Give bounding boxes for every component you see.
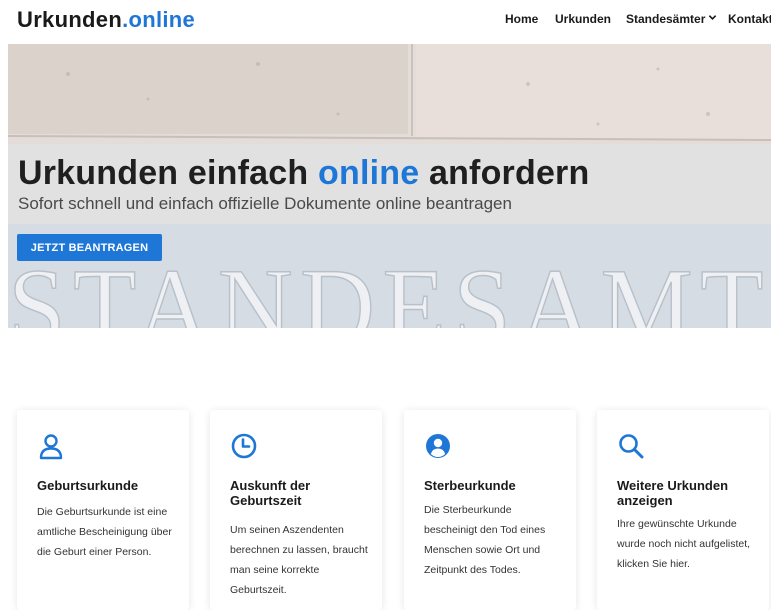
card-title: Auskunft der Geburtszeit — [230, 478, 311, 508]
card-sterbeurkunde[interactable]: Sterbeurkunde Die Sterbeurkunde beschein… — [404, 410, 576, 610]
hero-title-part: anfordern — [419, 154, 590, 192]
hero-title-highlight: online — [318, 154, 420, 192]
card-geburtszeit[interactable]: Auskunft der Geburtszeit Um seinen Aszen… — [210, 410, 382, 610]
nav-standesaemter[interactable]: Standesämter — [626, 12, 717, 26]
card-text: Die Sterbeurkunde bescheinigt den Tod ei… — [424, 504, 546, 576]
logo-main: Urkunden — [17, 7, 123, 32]
card-text: Um seinen Aszendenten berechnen zu lasse… — [230, 524, 368, 596]
person-circle-icon — [426, 434, 450, 458]
site-logo[interactable]: Urkunden.online — [17, 7, 195, 33]
card-title: Geburtsurkunde — [37, 478, 139, 493]
logo-accent: .online — [122, 7, 196, 32]
search-icon — [619, 434, 644, 459]
nav-urkunden[interactable]: Urkunden — [555, 12, 611, 26]
apply-now-button[interactable]: JETZT BEANTRAGEN — [17, 234, 162, 261]
hero-title: Urkunden einfach online anfordern — [18, 154, 589, 193]
site-header: Urkunden.online Home Urkunden Standesämt… — [0, 0, 771, 42]
chevron-down-icon — [709, 15, 717, 20]
clock-icon — [231, 433, 257, 459]
nav-kontakt[interactable]: Kontakt — [728, 12, 771, 26]
card-text: Die Geburtsurkunde ist eine amtliche Bes… — [37, 506, 172, 558]
nav-home[interactable]: Home — [505, 12, 538, 26]
hero-title-part: Urkunden einfach — [18, 154, 319, 192]
card-weitere-urkunden[interactable]: Weitere Urkunden anzeigen Ihre gewünscht… — [597, 410, 769, 610]
card-geburtsurkunde[interactable]: Geburtsurkunde Die Geburtsurkunde ist ei… — [17, 410, 189, 610]
hero-subtitle: Sofort schnell und einfach offizielle Do… — [18, 194, 512, 213]
nav-standesaemter-label: Standesämter — [626, 12, 706, 26]
card-title: Sterbeurkunde — [424, 478, 516, 493]
user-icon — [39, 434, 63, 460]
card-text: Ihre gewünschte Urkunde wurde noch nicht… — [617, 518, 751, 570]
card-title: Weitere Urkunden anzeigen — [617, 478, 729, 508]
hero-banner: STANDESAMT Urkunden einfach online anfor… — [8, 44, 771, 328]
